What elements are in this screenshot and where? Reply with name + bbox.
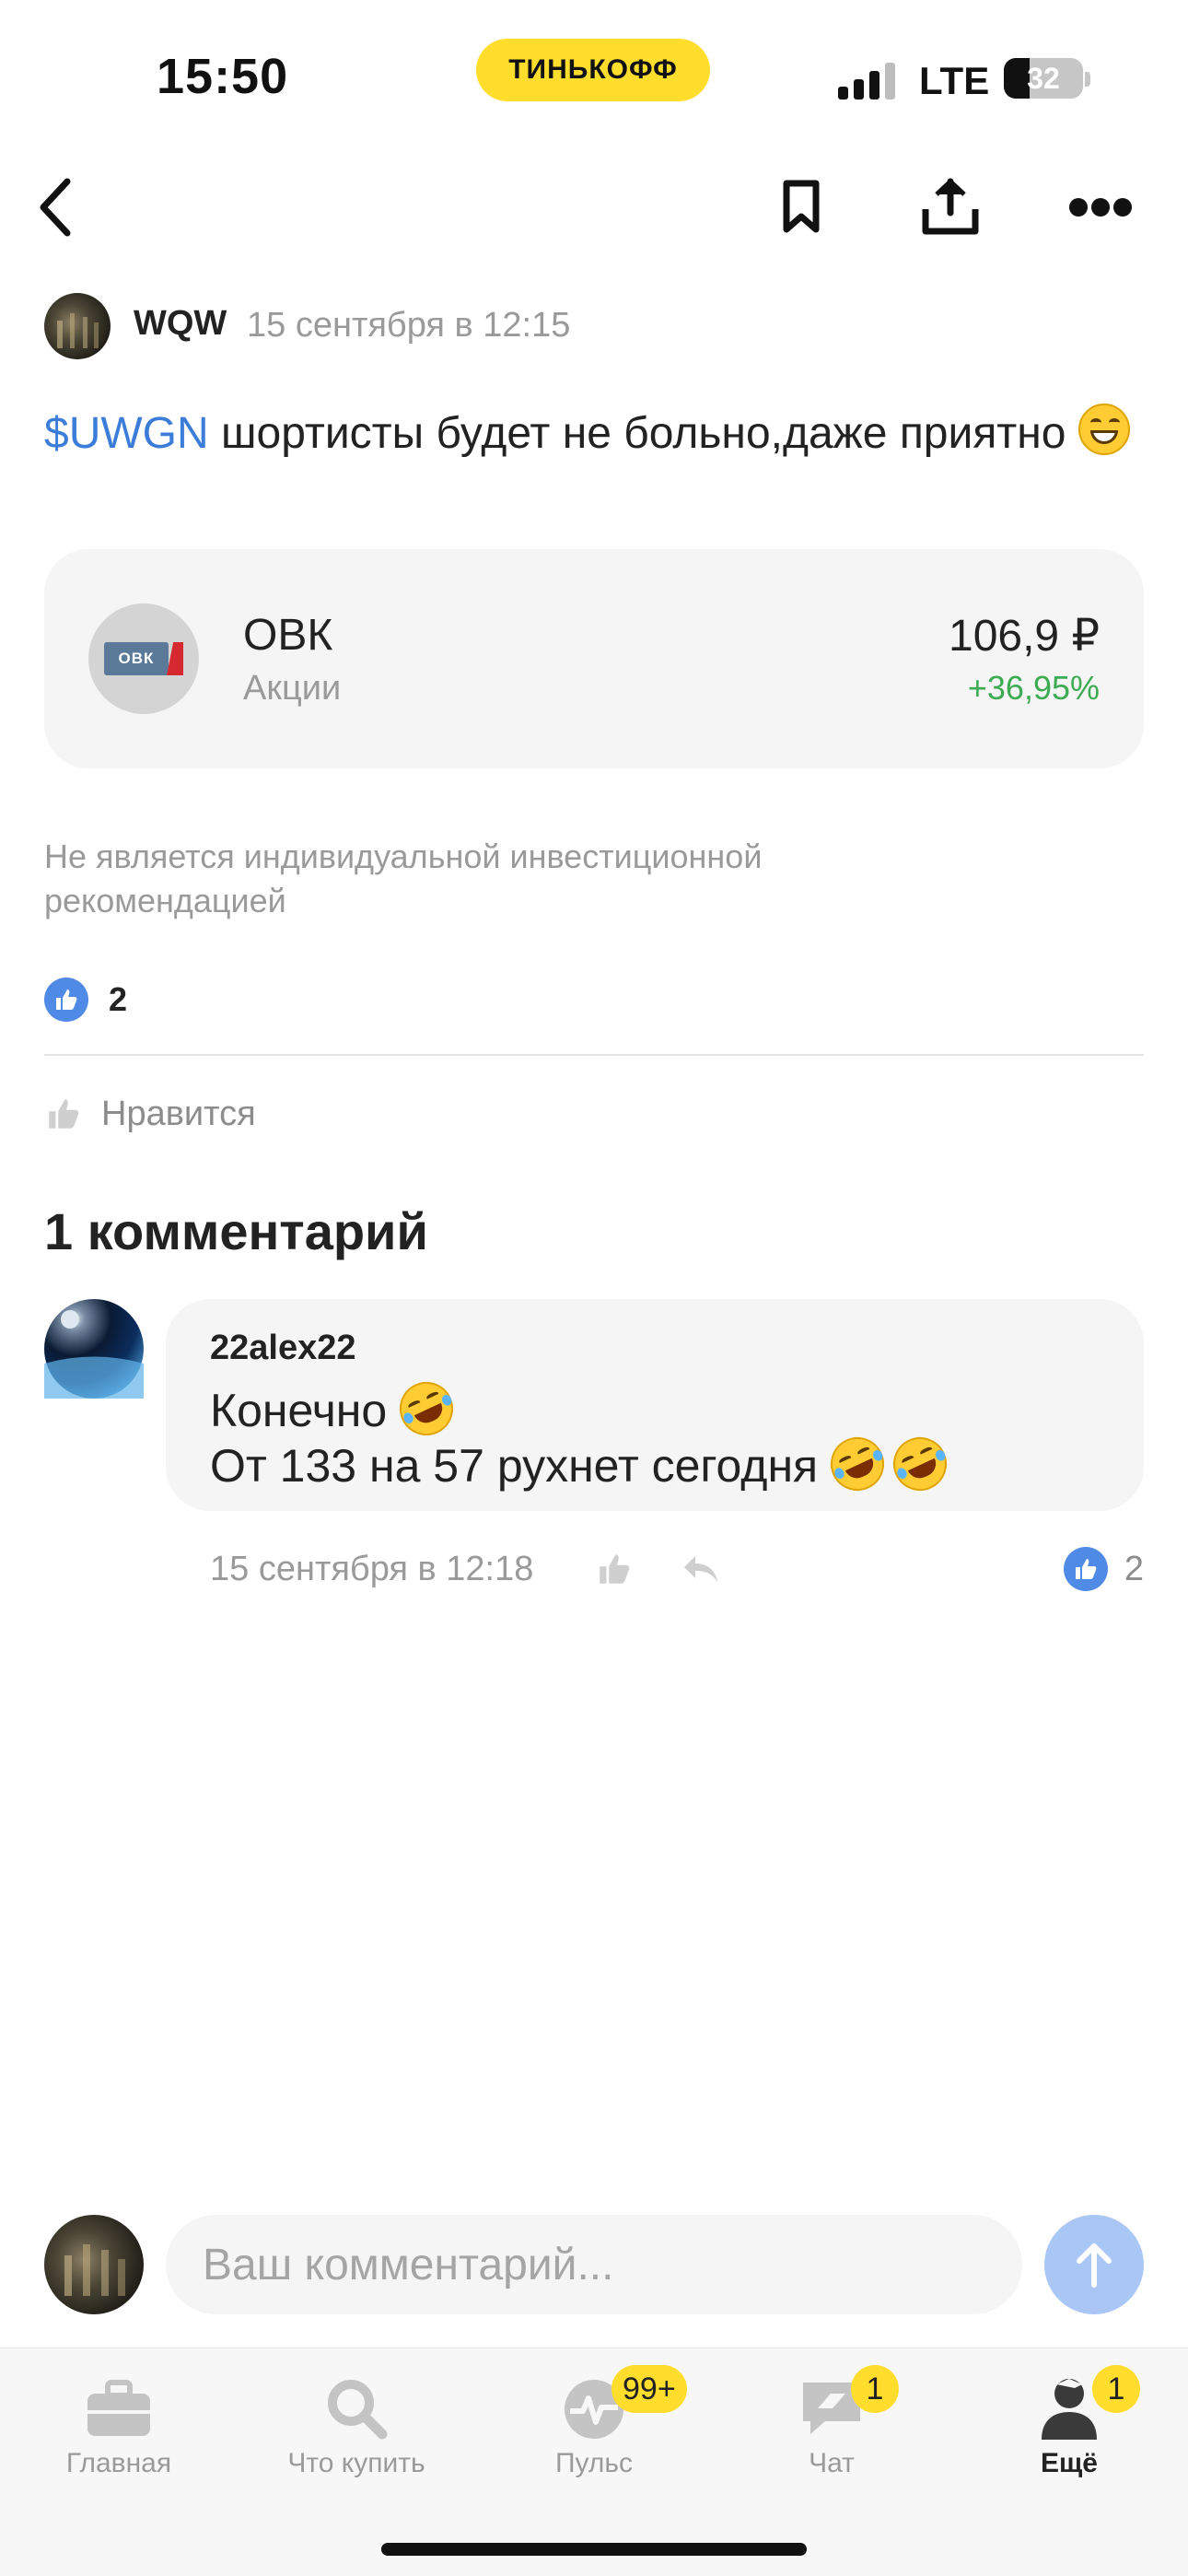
thumbs-up-icon — [600, 1554, 630, 1584]
comment-text-line: Конечно — [210, 1373, 462, 1445]
bookmark-icon[interactable] — [760, 166, 843, 249]
instrument-logo-text: ОВК — [104, 642, 169, 675]
tab-pulse[interactable]: 99+ Пульс — [475, 2365, 713, 2485]
avatar[interactable] — [44, 1299, 144, 1399]
comment-author[interactable]: 22alex22 — [210, 1329, 356, 1368]
nav-bar — [0, 166, 1188, 249]
status-time: 15:50 — [157, 49, 289, 104]
like-button[interactable]: Нравится — [44, 1089, 256, 1139]
comment-likes[interactable]: 2 — [1063, 1546, 1144, 1592]
briefcase-icon — [82, 2374, 156, 2442]
tab-home[interactable]: Главная — [0, 2365, 238, 2485]
status-bar: 15:50 ТИНЬКОФФ LTE 32 — [0, 0, 1188, 157]
carrier-badge[interactable]: ТИНЬКОФФ — [476, 39, 710, 101]
grinning-face-emoji — [1077, 404, 1130, 455]
arrow-up-icon — [1077, 2243, 1112, 2288]
tab-what-to-buy[interactable]: Что купить — [238, 2365, 475, 2485]
divider — [44, 1054, 1144, 1056]
tab-chat[interactable]: 1 Чат — [713, 2365, 950, 2485]
battery-level: 32 — [1027, 62, 1060, 95]
tab-more[interactable]: 1 Ещё — [950, 2365, 1188, 2485]
tab-label: Пульс — [554, 2448, 634, 2478]
comment-likes-count: 2 — [1124, 1549, 1144, 1588]
pulse-badge: 99+ — [611, 2365, 687, 2413]
back-arrow-icon[interactable] — [15, 166, 98, 249]
network-type: LTE — [919, 59, 990, 102]
battery-tip — [1085, 72, 1090, 87]
rofl-emoji — [821, 1428, 893, 1500]
likes-count: 2 — [109, 980, 128, 1018]
like-button-label: Нравится — [101, 1094, 256, 1133]
search-icon — [320, 2374, 393, 2442]
post-body: шортисты будет не больно,даже приятно — [208, 409, 1078, 458]
instrument-price: 106,9 ₽ — [949, 612, 1100, 661]
rofl-emoji — [390, 1373, 462, 1445]
tab-label: Главная — [65, 2448, 172, 2478]
instrument-card[interactable]: ОВК ОВК Акции 106,9 ₽ +36,95% — [44, 549, 1144, 768]
author-avatar[interactable] — [44, 293, 111, 359]
reply-icon[interactable] — [678, 1546, 724, 1592]
battery-icon: 32 — [1004, 58, 1083, 99]
tab-label: Что купить — [287, 2448, 425, 2478]
instrument-type: Акции — [243, 669, 342, 708]
comment-bubble: 22alex22 Конечно От 133 на 57 рухнет сег… — [166, 1299, 1144, 1511]
more-badge: 1 — [1092, 2365, 1140, 2413]
tab-label: Чат — [809, 2448, 855, 2478]
tab-label: Ещё — [1040, 2448, 1098, 2478]
comments-title: 1 комментарий — [44, 1202, 428, 1260]
signal-icon — [838, 61, 899, 100]
send-button[interactable] — [1044, 2215, 1144, 2314]
thumbs-up-icon — [49, 1099, 79, 1129]
post-date: 15 сентября в 12:15 — [247, 306, 571, 345]
comment-input[interactable] — [166, 2215, 1022, 2314]
my-avatar — [44, 2215, 144, 2314]
comment-text-line: От 133 на 57 рухнет сегодня — [210, 1428, 956, 1500]
chat-badge: 1 — [851, 2365, 899, 2413]
instrument-logo: ОВК — [88, 603, 199, 714]
share-icon[interactable] — [909, 166, 992, 249]
disclaimer: Не является индивидуальной инвестиционно… — [44, 837, 763, 919]
instrument-name: ОВК — [243, 611, 333, 660]
instrument-change: +36,95% — [967, 669, 1100, 707]
likes-summary[interactable]: 2 — [44, 977, 127, 1023]
rofl-emoji — [884, 1428, 956, 1500]
ticker-link[interactable]: $UWGN — [44, 409, 209, 458]
more-icon[interactable] — [1059, 166, 1142, 249]
author-name[interactable]: WQW — [134, 304, 227, 344]
comment-meta: 15 сентября в 12:18 2 — [210, 1546, 1144, 1592]
comment-like-button[interactable] — [591, 1546, 637, 1592]
thumbs-up-icon — [1063, 1547, 1108, 1591]
tab-bar: Главная Что купить 99+ Пульс 1 Чат 1 Ещё — [0, 2348, 1188, 2576]
comment-date: 15 сентября в 12:18 — [210, 1550, 534, 1588]
thumbs-up-icon — [44, 978, 88, 1022]
home-indicator[interactable] — [381, 2543, 807, 2556]
post-text: $UWGN шортисты будет не больно,даже прия… — [44, 404, 1149, 462]
